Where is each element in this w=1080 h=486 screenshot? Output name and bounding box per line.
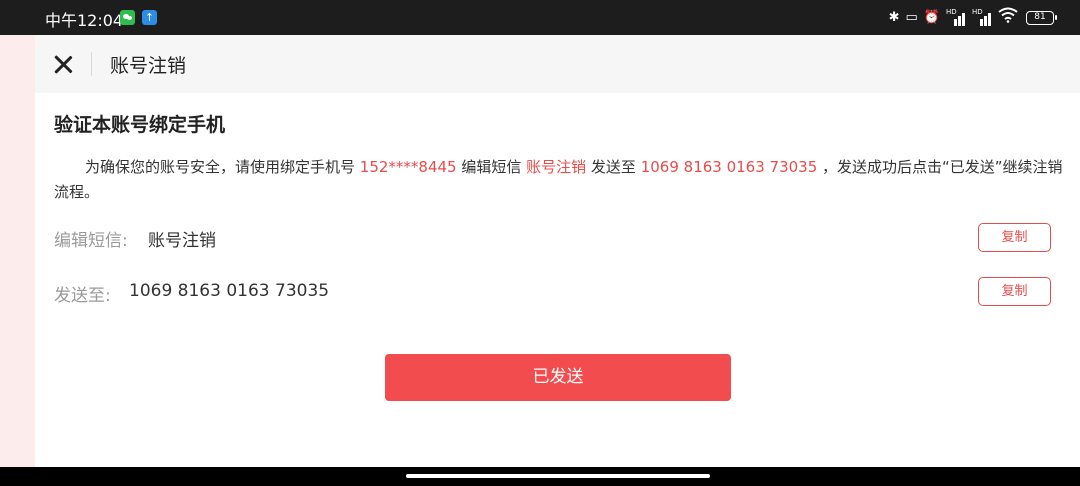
signal-icon: HD bbox=[972, 8, 992, 26]
status-time: 中午12:04 bbox=[45, 11, 124, 30]
target-number-highlight: 1069 8163 0163 73035 bbox=[640, 158, 818, 176]
page-title: 账号注销 bbox=[110, 55, 187, 77]
title-divider bbox=[91, 52, 92, 76]
account-deletion-page: 账号注销 验证本账号绑定手机 为确保您的账号安全，请使用绑定手机号 152***… bbox=[35, 35, 1080, 467]
title-bar: 账号注销 bbox=[35, 35, 1080, 93]
sent-button[interactable]: 已发送 bbox=[385, 354, 731, 401]
sms-content-value: 账号注销 bbox=[148, 231, 216, 251]
section-heading: 验证本账号绑定手机 bbox=[54, 114, 226, 136]
status-icons: ✱ ▭ ⏰ HD HD 81 bbox=[888, 7, 1057, 29]
wechat-icon bbox=[120, 10, 135, 25]
vibrate-icon: ▭ bbox=[905, 10, 918, 25]
send-to-number: 1069 8163 0163 73035 bbox=[129, 281, 330, 301]
home-indicator[interactable] bbox=[406, 474, 710, 478]
copy-sms-content-button[interactable]: 复制 bbox=[978, 223, 1051, 252]
instruction-text: 为确保您的账号安全，请使用绑定手机号 152****8445 编辑短信 账号注销… bbox=[54, 155, 1064, 205]
sms-content-highlight: 账号注销 bbox=[526, 158, 587, 176]
alarm-icon: ⏰ bbox=[923, 10, 940, 25]
instruction-part: 为确保您的账号安全，请使用绑定手机号 bbox=[85, 158, 360, 176]
status-bar: 中午12:04 ↑ ✱ ▭ ⏰ HD HD 81 bbox=[0, 0, 1080, 35]
side-panel-edge bbox=[0, 35, 35, 467]
battery-icon: 81 bbox=[1026, 11, 1057, 25]
close-icon[interactable] bbox=[51, 52, 75, 76]
wifi-icon bbox=[998, 7, 1018, 29]
bound-phone-number: 152****8445 bbox=[359, 158, 457, 176]
app-notification-icon: ↑ bbox=[142, 10, 157, 25]
send-to-label: 发送至: bbox=[54, 286, 111, 306]
bluetooth-icon: ✱ bbox=[888, 10, 900, 25]
instruction-part: 发送至 bbox=[586, 158, 641, 176]
instruction-part: 编辑短信 bbox=[456, 158, 527, 176]
copy-number-button[interactable]: 复制 bbox=[978, 277, 1051, 306]
signal-icon: HD bbox=[946, 8, 966, 26]
sms-content-label: 编辑短信: bbox=[54, 231, 128, 251]
